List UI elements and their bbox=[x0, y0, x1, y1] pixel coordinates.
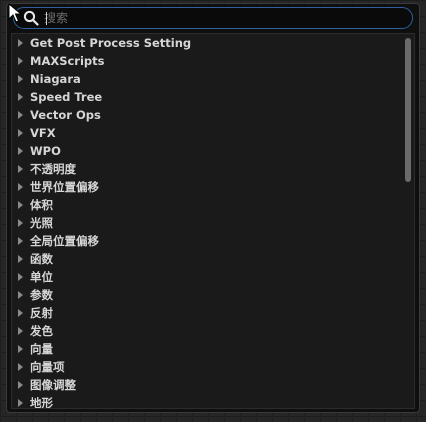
triangle-right-icon[interactable] bbox=[18, 219, 23, 227]
triangle-right-icon[interactable] bbox=[18, 399, 23, 407]
category-item-label: Get Post Process Setting bbox=[30, 36, 192, 50]
scrollbar[interactable] bbox=[404, 36, 412, 406]
category-item-label: 体积 bbox=[30, 198, 53, 212]
category-item[interactable]: 地形 bbox=[12, 394, 400, 409]
category-item-label: Niagara bbox=[30, 72, 81, 86]
category-item-label: 参数 bbox=[30, 288, 53, 302]
category-item-label: 发色 bbox=[30, 324, 53, 338]
node-search-popup: Get Post Process Setting MAXScripts Niagar… bbox=[6, 3, 420, 413]
triangle-right-icon[interactable] bbox=[18, 327, 23, 335]
category-item[interactable]: 图像调整 bbox=[12, 376, 400, 394]
category-item-label: 不透明度 bbox=[30, 162, 76, 176]
category-item[interactable]: 不透明度 bbox=[12, 160, 400, 178]
search-icon bbox=[23, 10, 39, 26]
scrollbar-thumb[interactable] bbox=[405, 38, 411, 182]
triangle-right-icon[interactable] bbox=[18, 363, 23, 371]
triangle-right-icon[interactable] bbox=[18, 93, 23, 101]
mouse-cursor-icon bbox=[8, 3, 22, 23]
triangle-right-icon[interactable] bbox=[18, 57, 23, 65]
category-item[interactable]: 函数 bbox=[12, 250, 400, 268]
category-item[interactable]: 光照 bbox=[12, 214, 400, 232]
triangle-right-icon[interactable] bbox=[18, 129, 23, 137]
triangle-right-icon[interactable] bbox=[18, 111, 23, 119]
category-item[interactable]: 向量 bbox=[12, 340, 400, 358]
category-item[interactable]: Get Post Process Setting bbox=[12, 34, 400, 52]
triangle-right-icon[interactable] bbox=[18, 237, 23, 245]
category-item-label: 图像调整 bbox=[30, 378, 76, 392]
category-item-label: 函数 bbox=[30, 252, 53, 266]
search-box[interactable] bbox=[13, 7, 413, 29]
category-item[interactable]: 世界位置偏移 bbox=[12, 178, 400, 196]
triangle-right-icon[interactable] bbox=[18, 273, 23, 281]
category-item[interactable]: 单位 bbox=[12, 268, 400, 286]
category-list-items: Get Post Process Setting MAXScripts Niagar… bbox=[12, 34, 400, 409]
category-item[interactable]: Vector Ops bbox=[12, 106, 400, 124]
category-item-label: 世界位置偏移 bbox=[30, 180, 99, 194]
category-item-label: 向量 bbox=[30, 342, 53, 356]
triangle-right-icon[interactable] bbox=[18, 165, 23, 173]
triangle-right-icon[interactable] bbox=[18, 255, 23, 263]
category-item[interactable]: VFX bbox=[12, 124, 400, 142]
category-item[interactable]: 全局位置偏移 bbox=[12, 232, 400, 250]
category-item-label: Speed Tree bbox=[30, 90, 103, 104]
category-item-label: 地形 bbox=[30, 396, 53, 409]
triangle-right-icon[interactable] bbox=[18, 201, 23, 209]
category-item[interactable]: MAXScripts bbox=[12, 52, 400, 70]
category-item-label: MAXScripts bbox=[30, 54, 105, 68]
triangle-right-icon[interactable] bbox=[18, 39, 23, 47]
category-item[interactable]: WPO bbox=[12, 142, 400, 160]
triangle-right-icon[interactable] bbox=[18, 381, 23, 389]
category-list[interactable]: Get Post Process Setting MAXScripts Niagar… bbox=[11, 33, 415, 409]
category-item-label: VFX bbox=[30, 126, 56, 140]
text-caret bbox=[46, 12, 47, 25]
category-item-label: 光照 bbox=[30, 216, 53, 230]
category-item-label: 全局位置偏移 bbox=[30, 234, 99, 248]
category-item[interactable]: 参数 bbox=[12, 286, 400, 304]
triangle-right-icon[interactable] bbox=[18, 147, 23, 155]
triangle-right-icon[interactable] bbox=[18, 309, 23, 317]
category-item[interactable]: Niagara bbox=[12, 70, 400, 88]
search-input[interactable] bbox=[44, 9, 406, 27]
category-item[interactable]: 向量项 bbox=[12, 358, 400, 376]
triangle-right-icon[interactable] bbox=[18, 183, 23, 191]
category-item-label: 单位 bbox=[30, 270, 53, 284]
category-item[interactable]: Speed Tree bbox=[12, 88, 400, 106]
triangle-right-icon[interactable] bbox=[18, 75, 23, 83]
triangle-right-icon[interactable] bbox=[18, 345, 23, 353]
category-item-label: 向量项 bbox=[30, 360, 65, 374]
category-item[interactable]: 体积 bbox=[12, 196, 400, 214]
category-item-label: WPO bbox=[30, 144, 61, 158]
category-item[interactable]: 反射 bbox=[12, 304, 400, 322]
category-item-label: 反射 bbox=[30, 306, 53, 320]
category-item[interactable]: 发色 bbox=[12, 322, 400, 340]
triangle-right-icon[interactable] bbox=[18, 291, 23, 299]
category-item-label: Vector Ops bbox=[30, 108, 101, 122]
